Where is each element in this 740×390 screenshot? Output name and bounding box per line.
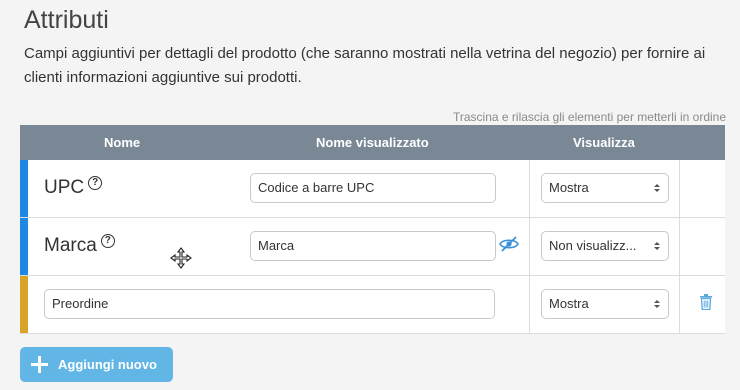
visibility-select[interactable]: Non visualizz... <box>541 231 669 261</box>
row-accent-bar <box>20 276 28 333</box>
column-header-display-name: Nome visualizzato <box>316 135 429 150</box>
table-row[interactable]: Preordine Mostra <box>20 276 725 334</box>
visibility-select-value: Non visualizz... <box>549 238 637 253</box>
add-new-button-label: Aggiungi nuovo <box>58 357 157 372</box>
plus-icon <box>31 356 48 373</box>
visibility-select-value: Mostra <box>549 180 589 195</box>
attribute-name-label: UPC <box>44 177 85 198</box>
visibility-select[interactable]: Mostra <box>541 173 669 203</box>
row-accent-bar <box>20 160 28 217</box>
table-row[interactable]: UPC ? Codice a barre UPC Mostra <box>20 160 725 218</box>
column-header-name: Nome <box>104 135 141 150</box>
divider <box>529 218 530 275</box>
help-icon[interactable]: ? <box>88 176 103 190</box>
divider <box>679 276 680 333</box>
visibility-select[interactable]: Mostra <box>541 289 669 319</box>
divider <box>529 160 530 217</box>
drag-hint: Trascina e rilascia gli elementi per met… <box>453 110 726 124</box>
hidden-eye-icon[interactable] <box>499 235 519 253</box>
divider <box>679 218 680 275</box>
table-row[interactable]: Marca ? Marca Non visualizz... <box>20 218 725 276</box>
attributes-table: Nome Nome visualizzato Visualizza UPC ? … <box>20 125 725 334</box>
page-description: Campi aggiuntivi per dettagli del prodot… <box>24 45 706 86</box>
page-title: Attributi <box>24 6 109 34</box>
table-header: Nome Nome visualizzato Visualizza <box>20 125 725 160</box>
drag-move-icon[interactable] <box>170 247 192 269</box>
column-header-visibility: Visualizza <box>573 135 635 150</box>
divider <box>679 160 680 217</box>
attribute-name-input[interactable]: Preordine <box>44 289 495 319</box>
display-name-input[interactable]: Codice a barre UPC <box>250 173 496 203</box>
add-new-button[interactable]: Aggiungi nuovo <box>20 347 173 382</box>
display-name-input[interactable]: Marca <box>250 231 496 261</box>
row-accent-bar <box>20 218 28 275</box>
select-arrows-icon <box>654 184 660 192</box>
visibility-select-value: Mostra <box>549 296 589 311</box>
attribute-name-label: Marca <box>44 235 97 256</box>
divider <box>529 276 530 333</box>
help-icon[interactable]: ? <box>100 234 115 248</box>
trash-icon[interactable] <box>699 294 713 310</box>
attribute-name: UPC ? <box>44 176 103 199</box>
select-arrows-icon <box>654 242 660 250</box>
select-arrows-icon <box>654 300 660 308</box>
attribute-name: Marca ? <box>44 234 115 257</box>
